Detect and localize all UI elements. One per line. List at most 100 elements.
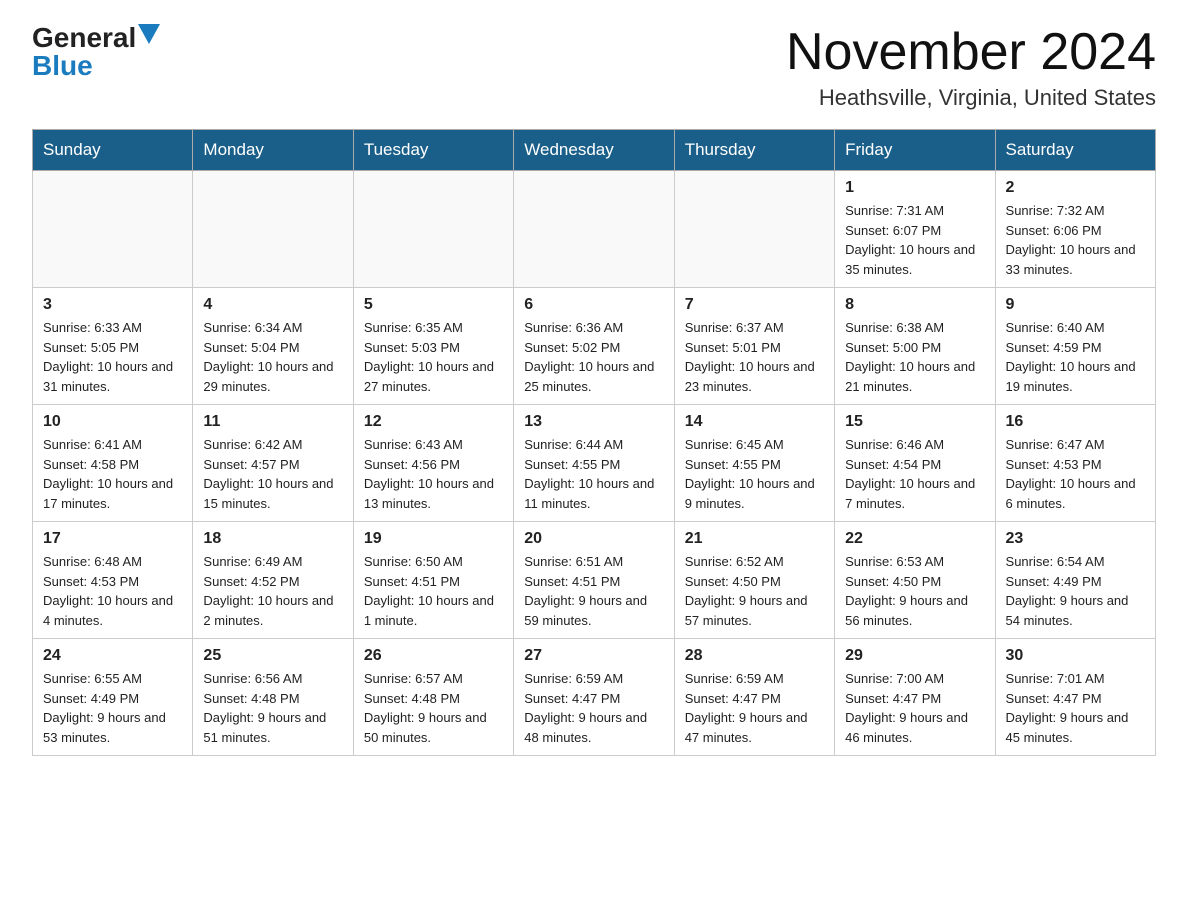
day-info: Sunrise: 6:56 AMSunset: 4:48 PMDaylight:…: [203, 669, 342, 747]
day-number: 7: [685, 296, 824, 314]
day-number: 23: [1006, 530, 1145, 548]
day-cell: 8 Sunrise: 6:38 AMSunset: 5:00 PMDaylight…: [835, 288, 995, 405]
day-number: 14: [685, 413, 824, 431]
day-number: 3: [43, 296, 182, 314]
day-cell: 17Sunrise: 6:48 AMSunset: 4:53 PMDayligh…: [33, 522, 193, 639]
day-info: Sunrise: 6:43 AMSunset: 4:56 PMDaylight:…: [364, 435, 503, 513]
day-cell: 4 Sunrise: 6:34 AMSunset: 5:04 PMDaylight…: [193, 288, 353, 405]
day-cell: 22Sunrise: 6:53 AMSunset: 4:50 PMDayligh…: [835, 522, 995, 639]
day-number: 26: [364, 647, 503, 665]
day-number: 22: [845, 530, 984, 548]
day-info: Sunrise: 6:41 AMSunset: 4:58 PMDaylight:…: [43, 435, 182, 513]
day-cell: 19Sunrise: 6:50 AMSunset: 4:51 PMDayligh…: [353, 522, 513, 639]
title-area: November 2024 Heathsville, Virginia, Uni…: [786, 24, 1156, 111]
calendar-body: 1 Sunrise: 7:31 AMSunset: 6:07 PMDaylight…: [33, 171, 1156, 756]
day-cell: 3 Sunrise: 6:33 AMSunset: 5:05 PMDaylight…: [33, 288, 193, 405]
day-cell: 18 Sunrise: 6:49 AMSunset: 4:52 PMDayligh…: [193, 522, 353, 639]
day-info: Sunrise: 6:55 AMSunset: 4:49 PMDaylight:…: [43, 669, 182, 747]
day-info: Sunrise: 6:49 AMSunset: 4:52 PMDaylight:…: [203, 552, 342, 630]
day-info: Sunrise: 6:46 AMSunset: 4:54 PMDaylight:…: [845, 435, 984, 513]
day-info: Sunrise: 7:31 AMSunset: 6:07 PMDaylight:…: [845, 201, 984, 279]
day-number: 18: [203, 530, 342, 548]
day-cell: 6 Sunrise: 6:36 AMSunset: 5:02 PMDaylight…: [514, 288, 674, 405]
day-number: 15: [845, 413, 984, 431]
week-row-3: 10Sunrise: 6:41 AMSunset: 4:58 PMDayligh…: [33, 405, 1156, 522]
day-cell: 12 Sunrise: 6:43 AMSunset: 4:56 PMDayligh…: [353, 405, 513, 522]
day-number: 1: [845, 179, 984, 197]
day-cell: [33, 171, 193, 288]
week-row-1: 1 Sunrise: 7:31 AMSunset: 6:07 PMDaylight…: [33, 171, 1156, 288]
day-cell: [674, 171, 834, 288]
day-number: 16: [1006, 413, 1145, 431]
subtitle: Heathsville, Virginia, United States: [786, 85, 1156, 111]
day-number: 12: [364, 413, 503, 431]
day-info: Sunrise: 6:36 AMSunset: 5:02 PMDaylight:…: [524, 318, 663, 396]
day-cell: 20 Sunrise: 6:51 AMSunset: 4:51 PMDayligh…: [514, 522, 674, 639]
day-cell: [353, 171, 513, 288]
week-row-5: 24 Sunrise: 6:55 AMSunset: 4:49 PMDayligh…: [33, 639, 1156, 756]
week-row-4: 17Sunrise: 6:48 AMSunset: 4:53 PMDayligh…: [33, 522, 1156, 639]
day-info: Sunrise: 6:50 AMSunset: 4:51 PMDaylight:…: [364, 552, 503, 630]
day-info: Sunrise: 6:52 AMSunset: 4:50 PMDaylight:…: [685, 552, 824, 630]
day-number: 2: [1006, 179, 1145, 197]
day-info: Sunrise: 6:38 AMSunset: 5:00 PMDaylight:…: [845, 318, 984, 396]
day-number: 17: [43, 530, 182, 548]
day-info: Sunrise: 6:59 AMSunset: 4:47 PMDaylight:…: [524, 669, 663, 747]
day-cell: 9 Sunrise: 6:40 AMSunset: 4:59 PMDaylight…: [995, 288, 1155, 405]
day-number: 24: [43, 647, 182, 665]
header-cell-monday: Monday: [193, 130, 353, 171]
day-number: 27: [524, 647, 663, 665]
day-info: Sunrise: 6:35 AMSunset: 5:03 PMDaylight:…: [364, 318, 503, 396]
day-number: 20: [524, 530, 663, 548]
logo-blue-text: Blue: [32, 52, 93, 80]
day-number: 30: [1006, 647, 1145, 665]
calendar-header: SundayMondayTuesdayWednesdayThursdayFrid…: [33, 130, 1156, 171]
day-info: Sunrise: 6:51 AMSunset: 4:51 PMDaylight:…: [524, 552, 663, 630]
day-info: Sunrise: 6:37 AMSunset: 5:01 PMDaylight:…: [685, 318, 824, 396]
logo-triangle-icon: [138, 24, 160, 44]
day-cell: 24 Sunrise: 6:55 AMSunset: 4:49 PMDayligh…: [33, 639, 193, 756]
day-cell: 16 Sunrise: 6:47 AMSunset: 4:53 PMDayligh…: [995, 405, 1155, 522]
day-info: Sunrise: 6:34 AMSunset: 5:04 PMDaylight:…: [203, 318, 342, 396]
day-cell: 27 Sunrise: 6:59 AMSunset: 4:47 PMDayligh…: [514, 639, 674, 756]
day-info: Sunrise: 6:59 AMSunset: 4:47 PMDaylight:…: [685, 669, 824, 747]
day-cell: 14 Sunrise: 6:45 AMSunset: 4:55 PMDayligh…: [674, 405, 834, 522]
day-number: 9: [1006, 296, 1145, 314]
day-cell: 5 Sunrise: 6:35 AMSunset: 5:03 PMDaylight…: [353, 288, 513, 405]
header-row: SundayMondayTuesdayWednesdayThursdayFrid…: [33, 130, 1156, 171]
day-cell: 13 Sunrise: 6:44 AMSunset: 4:55 PMDayligh…: [514, 405, 674, 522]
day-number: 21: [685, 530, 824, 548]
header-cell-sunday: Sunday: [33, 130, 193, 171]
day-cell: 10Sunrise: 6:41 AMSunset: 4:58 PMDayligh…: [33, 405, 193, 522]
day-number: 5: [364, 296, 503, 314]
day-info: Sunrise: 6:47 AMSunset: 4:53 PMDaylight:…: [1006, 435, 1145, 513]
day-number: 4: [203, 296, 342, 314]
day-cell: 26Sunrise: 6:57 AMSunset: 4:48 PMDayligh…: [353, 639, 513, 756]
day-cell: 15 Sunrise: 6:46 AMSunset: 4:54 PMDayligh…: [835, 405, 995, 522]
header-cell-wednesday: Wednesday: [514, 130, 674, 171]
day-info: Sunrise: 6:45 AMSunset: 4:55 PMDaylight:…: [685, 435, 824, 513]
week-row-2: 3 Sunrise: 6:33 AMSunset: 5:05 PMDaylight…: [33, 288, 1156, 405]
day-number: 29: [845, 647, 984, 665]
day-number: 25: [203, 647, 342, 665]
day-cell: [514, 171, 674, 288]
logo: General Blue: [32, 24, 160, 80]
day-number: 8: [845, 296, 984, 314]
day-number: 13: [524, 413, 663, 431]
day-info: Sunrise: 7:00 AMSunset: 4:47 PMDaylight:…: [845, 669, 984, 747]
day-cell: 25 Sunrise: 6:56 AMSunset: 4:48 PMDayligh…: [193, 639, 353, 756]
day-number: 11: [203, 413, 342, 431]
day-info: Sunrise: 7:32 AMSunset: 6:06 PMDaylight:…: [1006, 201, 1145, 279]
day-number: 28: [685, 647, 824, 665]
day-info: Sunrise: 6:33 AMSunset: 5:05 PMDaylight:…: [43, 318, 182, 396]
day-info: Sunrise: 6:40 AMSunset: 4:59 PMDaylight:…: [1006, 318, 1145, 396]
calendar-table: SundayMondayTuesdayWednesdayThursdayFrid…: [32, 129, 1156, 756]
day-info: Sunrise: 6:44 AMSunset: 4:55 PMDaylight:…: [524, 435, 663, 513]
day-cell: 29 Sunrise: 7:00 AMSunset: 4:47 PMDayligh…: [835, 639, 995, 756]
header-cell-friday: Friday: [835, 130, 995, 171]
header-cell-tuesday: Tuesday: [353, 130, 513, 171]
day-info: Sunrise: 6:42 AMSunset: 4:57 PMDaylight:…: [203, 435, 342, 513]
day-number: 6: [524, 296, 663, 314]
day-cell: [193, 171, 353, 288]
day-info: Sunrise: 7:01 AMSunset: 4:47 PMDaylight:…: [1006, 669, 1145, 747]
